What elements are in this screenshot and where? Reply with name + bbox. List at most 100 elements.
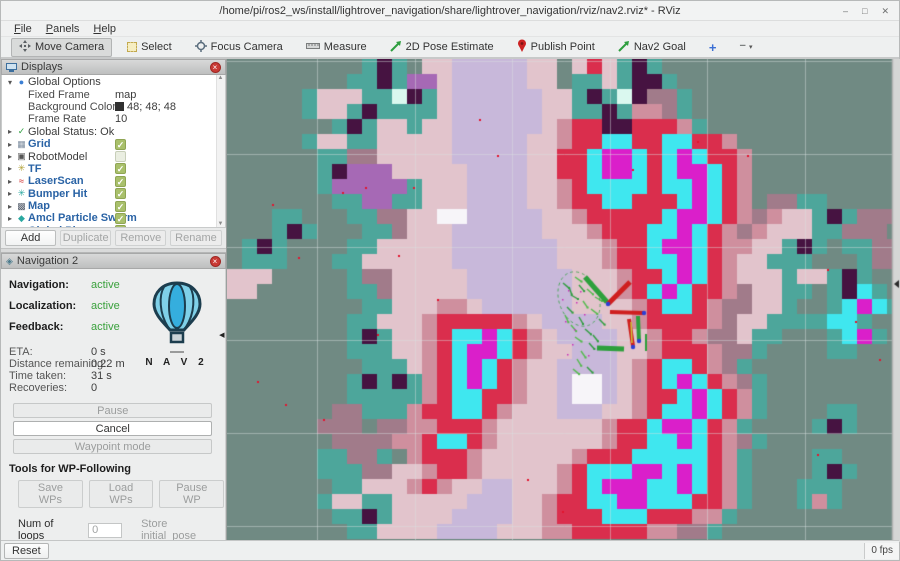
tool-remove-tool[interactable]: − ▾ xyxy=(731,38,760,57)
display-checkbox[interactable]: ✓ xyxy=(115,176,126,187)
nav-stat-row: Time taken:31 s xyxy=(1,370,225,382)
tree-expand-icon[interactable]: ▸ xyxy=(5,202,15,211)
pause-wp-button[interactable]: Pause WP xyxy=(159,480,224,508)
wp-button-row: Save WPsLoad WPsPause WP xyxy=(18,480,225,508)
tool-measure[interactable]: Measure xyxy=(298,38,375,57)
nav-status-value: active xyxy=(91,300,120,312)
display-checkbox[interactable]: ✓ xyxy=(115,163,126,174)
load-wps-button[interactable]: Load WPs xyxy=(89,480,153,508)
scroll-up-icon[interactable]: ▲ xyxy=(218,75,224,81)
tree-row-laserscan[interactable]: ▸≈LaserScan✓ xyxy=(2,175,225,187)
laser-icon: ≈ xyxy=(15,176,28,186)
tree-expand-icon[interactable]: ▸ xyxy=(5,177,15,186)
amcl-icon: ◆ xyxy=(15,213,28,224)
tree-collapse-icon[interactable]: ▾ xyxy=(5,78,15,87)
tree-expand-icon[interactable]: ▸ xyxy=(5,152,15,161)
tool-move-camera[interactable]: Move Camera xyxy=(11,38,112,57)
duplicate-button[interactable]: Duplicate xyxy=(60,230,111,246)
tool-focus-camera[interactable]: Focus Camera xyxy=(187,38,291,57)
tool-select[interactable]: Select xyxy=(119,38,180,57)
display-checkbox[interactable]: ✓ xyxy=(115,139,126,150)
cancel-button[interactable]: Cancel xyxy=(13,421,212,436)
panel-collapse-icon[interactable]: ◀ xyxy=(219,331,224,339)
tree-expand-icon[interactable]: ▸ xyxy=(5,226,15,228)
tree-row-robotmodel[interactable]: ▸▣RobotModel✓ xyxy=(2,150,225,162)
reset-button[interactable]: Reset xyxy=(4,543,49,559)
publish-point-icon xyxy=(517,39,527,55)
focus-camera-icon xyxy=(195,40,207,55)
tree-row-background-color[interactable]: Background Color48; 48; 48 xyxy=(2,101,225,113)
display-checkbox[interactable]: ✓ xyxy=(115,188,126,199)
num-of-loops-label: Num of loops xyxy=(18,518,82,542)
add-button[interactable]: Add xyxy=(5,230,56,246)
displays-panel-header[interactable]: Displays × xyxy=(1,59,226,75)
tree-row-fixed-frame[interactable]: Fixed Framemap xyxy=(2,88,225,100)
display-checkbox[interactable]: ✓ xyxy=(115,213,126,224)
store-initial-pose-button[interactable]: Store initial_pose xyxy=(141,518,224,542)
nav-stat-label: Time taken: xyxy=(9,370,66,382)
property-label: Background Color xyxy=(28,101,116,113)
maximize-icon[interactable]: □ xyxy=(862,2,867,20)
display-checkbox[interactable]: ✓ xyxy=(115,151,126,162)
rename-button[interactable]: Rename xyxy=(170,230,221,246)
property-value: map xyxy=(115,89,136,101)
display-label: Bumper Hit xyxy=(28,188,87,200)
display-label: Global Status: Ok xyxy=(28,126,114,138)
waypoint-mode-button[interactable]: Waypoint mode xyxy=(13,439,212,454)
display-checkbox[interactable]: ✓ xyxy=(115,225,126,228)
tree-row-amcl-particle-swarm[interactable]: ▸◆Amcl Particle Swarm✓ xyxy=(2,212,225,224)
tool-nav2-goal[interactable]: Nav2 Goal xyxy=(610,38,694,57)
tree-row-bumper-hit[interactable]: ▸✳Bumper Hit ✓ xyxy=(2,188,225,200)
nav-status-label: Feedback: xyxy=(9,321,63,333)
loops-row: Num of loops Store initial_pose xyxy=(18,518,225,542)
save-wps-button[interactable]: Save WPs xyxy=(18,480,83,508)
nav2-panel-body: Navigation:activeLocalization:activeFeed… xyxy=(1,269,226,542)
close-icon[interactable]: ✕ xyxy=(881,2,889,20)
menu-file[interactable]: File xyxy=(7,23,39,35)
menu-bar: FilePanelsHelp xyxy=(1,21,899,37)
tf-icon: ✳ xyxy=(15,163,28,174)
num-of-loops-input[interactable] xyxy=(88,523,122,538)
tree-row-tf[interactable]: ▸✳TF✓ xyxy=(2,163,225,175)
tree-row-grid[interactable]: ▸▦Grid✓ xyxy=(2,138,225,150)
tree-expand-icon[interactable]: ▸ xyxy=(5,189,15,198)
tree-row-frame-rate[interactable]: Frame Rate10 xyxy=(2,113,225,125)
displays-close-icon[interactable]: × xyxy=(210,62,221,73)
nav2-close-icon[interactable]: × xyxy=(210,256,221,267)
tree-row-global-status-ok[interactable]: ▸✓Global Status: Ok xyxy=(2,126,225,138)
viewport-canvas[interactable] xyxy=(227,59,900,542)
bumper-icon: ✳ xyxy=(15,188,28,199)
nav2-panel-icon: ◈ xyxy=(6,256,13,267)
nav2-balloon-icon xyxy=(150,281,204,345)
tool-publish-point[interactable]: Publish Point xyxy=(509,38,603,57)
tree-row-global-planner[interactable]: ▸▤Global Planner✓ xyxy=(2,225,225,228)
move-camera-icon xyxy=(19,40,31,55)
display-label: Map xyxy=(28,200,50,212)
toolbar: Move Camera Select Focus Camera Measure 2D P… xyxy=(1,37,899,59)
displays-panel-title: Displays xyxy=(21,61,63,73)
pause-button[interactable]: Pause xyxy=(13,403,212,418)
tool-label: 2D Pose Estimate xyxy=(406,41,494,53)
status-bar: Reset 0 fps xyxy=(1,540,899,560)
3d-viewport[interactable] xyxy=(226,59,900,542)
property-value: 48; 48; 48 xyxy=(115,101,176,113)
menu-panels[interactable]: Panels xyxy=(39,23,87,35)
tree-expand-icon[interactable]: ▸ xyxy=(5,140,15,149)
nav-stat-label: ETA: xyxy=(9,346,33,358)
tool-label: Focus Camera xyxy=(211,41,283,53)
display-checkbox[interactable]: ✓ xyxy=(115,201,126,212)
remove-button[interactable]: Remove xyxy=(115,230,166,246)
nav2-panel-header[interactable]: ◈ Navigation 2 × xyxy=(1,253,226,269)
tree-row-global-options[interactable]: ▾●Global Options xyxy=(2,76,225,88)
tree-expand-icon[interactable]: ▸ xyxy=(5,214,15,223)
tree-expand-icon[interactable]: ▸ xyxy=(5,164,15,173)
tool-add-tool[interactable]: + xyxy=(701,38,725,57)
minimize-icon[interactable]: – xyxy=(843,2,848,20)
scroll-down-icon[interactable]: ▼ xyxy=(217,221,225,227)
tree-row-map[interactable]: ▸▩Map✓ xyxy=(2,200,225,212)
tool-label: Move Camera xyxy=(35,41,104,53)
tree-expand-icon[interactable]: ▸ xyxy=(5,127,15,136)
tool-2d-pose-estimate[interactable]: 2D Pose Estimate xyxy=(382,38,502,57)
menu-help[interactable]: Help xyxy=(86,23,123,35)
displays-tree-scrollbar[interactable]: ▲▼ xyxy=(216,75,225,227)
